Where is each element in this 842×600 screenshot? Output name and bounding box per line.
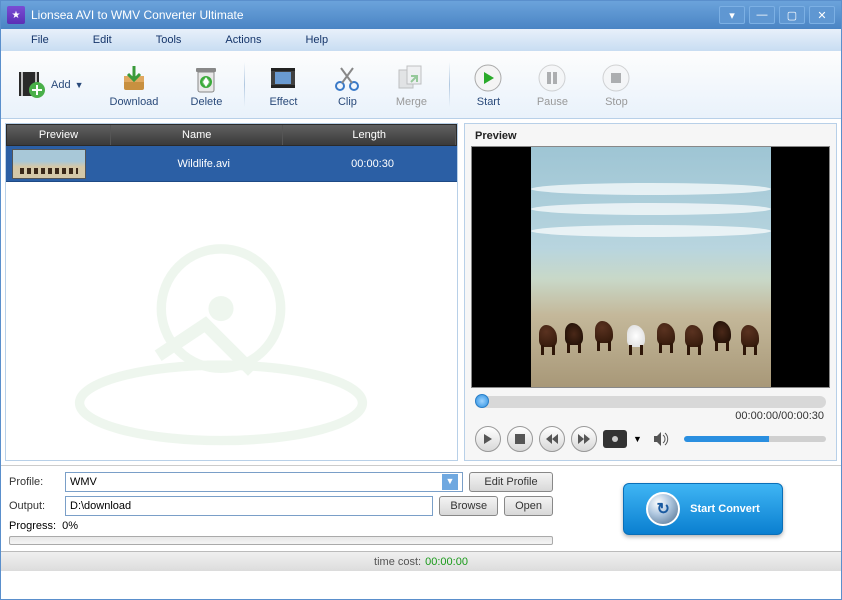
menu-edit[interactable]: Edit bbox=[71, 34, 134, 46]
output-path-input[interactable]: D:\download bbox=[65, 496, 433, 516]
progress-label: Progress: bbox=[9, 520, 56, 532]
dropdown-window-button[interactable]: ▾ bbox=[719, 6, 745, 24]
effect-label: Effect bbox=[269, 96, 297, 108]
seek-slider[interactable] bbox=[475, 396, 826, 408]
menu-tools[interactable]: Tools bbox=[134, 34, 204, 46]
seek-knob[interactable] bbox=[475, 394, 489, 408]
preview-pane: Preview 00:00:00/00:00:30 bbox=[464, 123, 837, 461]
player-controls: ▼ bbox=[469, 422, 832, 456]
snapshot-menu-icon[interactable]: ▼ bbox=[633, 434, 642, 444]
stop-icon bbox=[600, 62, 632, 94]
volume-slider[interactable] bbox=[684, 436, 826, 442]
preview-title: Preview bbox=[469, 128, 832, 144]
profile-value: WMV bbox=[70, 476, 97, 488]
toolbar: Add ▼ Download Delete Effect Clip Merge bbox=[1, 51, 841, 119]
pause-button[interactable]: Pause bbox=[522, 54, 582, 115]
player-screen[interactable] bbox=[471, 146, 830, 388]
player-forward-button[interactable] bbox=[571, 426, 597, 452]
stop-label: Stop bbox=[605, 96, 628, 108]
settings-area: Profile: WMV ▼ Edit Profile Output: D:\d… bbox=[9, 472, 553, 545]
time-cost-label: time cost: bbox=[374, 556, 421, 568]
row-name: Wildlife.avi bbox=[119, 158, 288, 170]
profile-label: Profile: bbox=[9, 476, 59, 488]
progress-bar bbox=[9, 536, 553, 545]
bottom-panel: Profile: WMV ▼ Edit Profile Output: D:\d… bbox=[1, 465, 841, 551]
menu-bar: File Edit Tools Actions Help bbox=[1, 29, 841, 51]
add-button[interactable]: Add ▼ bbox=[7, 54, 92, 115]
start-label: Start bbox=[477, 96, 500, 108]
main-area: Preview Name Length Wildlife.avi 00:00:3… bbox=[1, 119, 841, 465]
player-rewind-button[interactable] bbox=[539, 426, 565, 452]
start-convert-button[interactable]: ↻ Start Convert bbox=[623, 483, 783, 535]
volume-icon[interactable] bbox=[648, 426, 674, 452]
snapshot-button[interactable] bbox=[603, 430, 627, 448]
start-play-icon bbox=[472, 62, 504, 94]
merge-button[interactable]: Merge bbox=[381, 54, 441, 115]
delete-label: Delete bbox=[191, 96, 223, 108]
menu-help[interactable]: Help bbox=[283, 34, 350, 46]
window-buttons: ▾ — ▢ ✕ bbox=[719, 6, 835, 24]
merge-label: Merge bbox=[396, 96, 427, 108]
start-button[interactable]: Start bbox=[458, 54, 518, 115]
convert-area: ↻ Start Convert bbox=[573, 472, 833, 545]
chevron-down-icon: ▼ bbox=[442, 474, 458, 490]
profile-select[interactable]: WMV ▼ bbox=[65, 472, 463, 492]
col-length[interactable]: Length bbox=[283, 125, 456, 145]
col-preview[interactable]: Preview bbox=[7, 125, 111, 145]
delete-button[interactable]: Delete bbox=[176, 54, 236, 115]
pause-icon bbox=[536, 62, 568, 94]
progress-value: 0% bbox=[62, 520, 78, 532]
row-length: 00:00:30 bbox=[288, 158, 457, 170]
add-film-icon bbox=[15, 68, 47, 100]
output-label: Output: bbox=[9, 500, 59, 512]
list-row[interactable]: Wildlife.avi 00:00:30 bbox=[6, 146, 457, 182]
edit-profile-button[interactable]: Edit Profile bbox=[469, 472, 553, 492]
time-cost-value: 00:00:00 bbox=[425, 556, 468, 568]
merge-icon bbox=[395, 62, 427, 94]
watermark-icon bbox=[46, 230, 396, 450]
effect-icon bbox=[267, 62, 299, 94]
clip-button[interactable]: Clip bbox=[317, 54, 377, 115]
download-button[interactable]: Download bbox=[96, 54, 173, 115]
file-list-pane: Preview Name Length Wildlife.avi 00:00:3… bbox=[5, 123, 458, 461]
col-name[interactable]: Name bbox=[111, 125, 284, 145]
browse-button[interactable]: Browse bbox=[439, 496, 498, 516]
close-button[interactable]: ✕ bbox=[809, 6, 835, 24]
chevron-down-icon: ▼ bbox=[75, 80, 84, 90]
app-icon: ★ bbox=[7, 6, 25, 24]
video-frame bbox=[531, 147, 771, 387]
convert-icon: ↻ bbox=[646, 492, 680, 526]
app-title: Lionsea AVI to WMV Converter Ultimate bbox=[31, 8, 719, 22]
stop-button[interactable]: Stop bbox=[586, 54, 646, 115]
status-bar: time cost: 00:00:00 bbox=[1, 551, 841, 571]
pause-label: Pause bbox=[537, 96, 568, 108]
open-button[interactable]: Open bbox=[504, 496, 553, 516]
toolbar-separator bbox=[244, 62, 245, 107]
clip-label: Clip bbox=[338, 96, 357, 108]
list-header: Preview Name Length bbox=[6, 124, 457, 146]
download-label: Download bbox=[110, 96, 159, 108]
convert-label: Start Convert bbox=[690, 503, 760, 515]
minimize-button[interactable]: — bbox=[749, 6, 775, 24]
title-bar: ★ Lionsea AVI to WMV Converter Ultimate … bbox=[1, 1, 841, 29]
toolbar-separator bbox=[449, 62, 450, 107]
download-icon bbox=[118, 62, 150, 94]
add-label: Add bbox=[51, 79, 71, 91]
effect-button[interactable]: Effect bbox=[253, 54, 313, 115]
menu-actions[interactable]: Actions bbox=[203, 34, 283, 46]
time-display: 00:00:00/00:00:30 bbox=[469, 410, 832, 422]
maximize-button[interactable]: ▢ bbox=[779, 6, 805, 24]
delete-icon bbox=[190, 62, 222, 94]
row-thumbnail bbox=[6, 147, 119, 181]
menu-file[interactable]: File bbox=[9, 34, 71, 46]
player-play-button[interactable] bbox=[475, 426, 501, 452]
player-stop-button[interactable] bbox=[507, 426, 533, 452]
clip-scissors-icon bbox=[331, 62, 363, 94]
